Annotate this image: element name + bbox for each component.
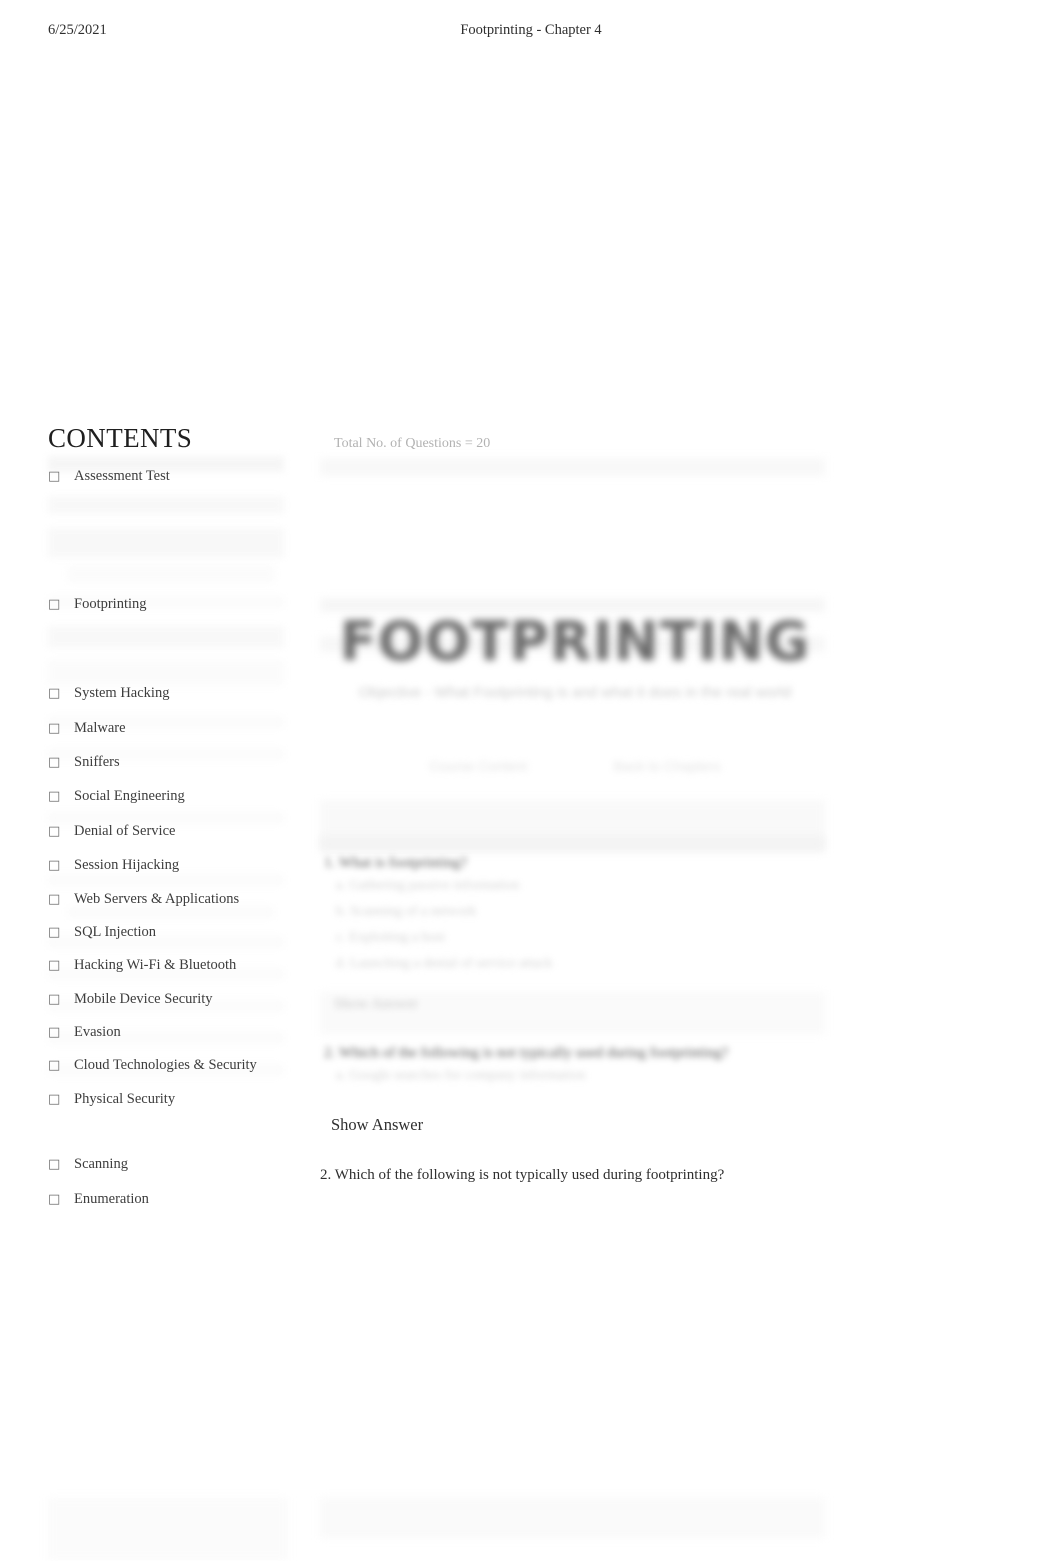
bullet-box-icon: □ <box>48 858 61 874</box>
contents-sidebar: CONTENTS □ Assessment Test □ Footprintin… <box>48 424 288 1208</box>
question-1-show-answer-blurred[interactable]: Show Answer <box>320 996 840 1019</box>
bullet-box-icon: □ <box>48 720 61 736</box>
banner-links-row: Course Content Back to Chapters <box>320 758 830 774</box>
bullet-box-icon: □ <box>48 469 61 485</box>
footer-ghost-left <box>48 1498 288 1560</box>
question-1-option-d[interactable]: d. Launching a denial of service attack <box>336 956 840 972</box>
sidebar-item-label: Enumeration <box>74 1190 149 1207</box>
sidebar-item-label: Web Servers & Applications <box>74 891 240 908</box>
question-1-option-b[interactable]: b. Scanning of a network <box>336 904 840 920</box>
sidebar-item-physical-security[interactable]: □ Physical Security <box>48 1091 288 1108</box>
footer-ghost-right <box>320 1498 825 1538</box>
bullet-box-icon: □ <box>48 1157 61 1173</box>
bullet-box-icon: □ <box>48 1058 61 1074</box>
bullet-box-icon: □ <box>48 823 61 839</box>
question-1-option-a[interactable]: a. Gathering passive information <box>336 878 840 894</box>
course-content-link[interactable]: Course Content <box>429 758 527 774</box>
sidebar-item-social-engineering[interactable]: □ Social Engineering <box>48 788 288 805</box>
sidebar-item-cloud-technologies-security[interactable]: □ Cloud Technologies & Security <box>48 1057 288 1074</box>
bullet-box-icon: □ <box>48 754 61 770</box>
sidebar-item-web-servers-applications[interactable]: □ Web Servers & Applications <box>48 891 288 908</box>
question-2-prompt-blurred: 2. Which of the following is not typical… <box>324 1045 729 1061</box>
sidebar-item-label: Denial of Service <box>74 822 176 839</box>
sidebar-item-system-hacking[interactable]: □ System Hacking <box>48 685 288 702</box>
page-title: CONTENTS <box>48 423 193 453</box>
question-2-prompt: 2. Which of the following is not typical… <box>320 1167 725 1183</box>
sidebar-item-label: Malware <box>74 719 126 736</box>
sidebar-item-label: Hacking Wi-Fi & Bluetooth <box>74 957 237 974</box>
sidebar-item-label: Sniffers <box>74 753 120 770</box>
document-body: CONTENTS □ Assessment Test □ Footprintin… <box>0 0 1062 1561</box>
bullet-box-icon: □ <box>48 686 61 702</box>
question-1-prompt: 1. What is footprinting? <box>324 855 468 871</box>
sidebar-item-evasion[interactable]: □ Evasion <box>48 1024 288 1041</box>
sidebar-item-label: Scanning <box>74 1156 128 1173</box>
bullet-box-icon: □ <box>48 924 61 940</box>
bullet-box-icon: □ <box>48 892 61 908</box>
bullet-box-icon: □ <box>48 1091 61 1107</box>
chapter-banner: FOOTPRINTING Objective - What Footprinti… <box>320 592 830 722</box>
question-1-option-c[interactable]: c. Exploiting a host <box>336 930 840 946</box>
banner-subtitle: Objective - What Footprinting is and wha… <box>358 684 792 701</box>
total-questions-label: Total No. of Questions = 20 <box>334 436 491 451</box>
question-2-option-a-blurred[interactable]: a. Google searches for company informati… <box>336 1068 840 1084</box>
sidebar-item-label: Session Hijacking <box>74 857 180 874</box>
sidebar-item-label: System Hacking <box>74 685 170 702</box>
sidebar-item-hacking-wifi-bluetooth[interactable]: □ Hacking Wi-Fi & Bluetooth <box>48 957 288 974</box>
sidebar-item-label: Cloud Technologies & Security <box>74 1057 257 1074</box>
sidebar-item-label: Assessment Test <box>74 468 170 485</box>
bullet-box-icon: □ <box>48 1191 61 1207</box>
banner-title: FOOTPRINTING <box>339 610 811 673</box>
sidebar-item-scanning[interactable]: □ Scanning <box>48 1156 288 1173</box>
sidebar-item-label: Evasion <box>74 1024 121 1041</box>
sidebar-item-footprinting[interactable]: □ Footprinting <box>48 596 288 613</box>
bullet-box-icon: □ <box>48 1025 61 1041</box>
content-ghost-band <box>320 458 825 476</box>
sidebar-item-denial-of-service[interactable]: □ Denial of Service <box>48 823 288 840</box>
show-answer-blurred-label: Show Answer <box>334 996 418 1012</box>
sidebar-item-sniffers[interactable]: □ Sniffers <box>48 754 288 771</box>
sidebar-item-mobile-device-security[interactable]: □ Mobile Device Security <box>48 991 288 1008</box>
sidebar-item-label: Mobile Device Security <box>74 990 213 1007</box>
bullet-box-icon: □ <box>48 958 61 974</box>
sidebar-item-label: SQL Injection <box>74 923 157 940</box>
question-2-block-blurred: 2. Which of the following is not typical… <box>320 1045 840 1094</box>
sidebar-item-enumeration[interactable]: □ Enumeration <box>48 1191 288 1208</box>
sidebar-item-label: Social Engineering <box>74 788 185 805</box>
content-column: Total No. of Questions = 20 <box>320 424 840 452</box>
sidebar-item-malware[interactable]: □ Malware <box>48 720 288 737</box>
sidebar-item-label: Footprinting <box>74 595 147 612</box>
sidebar-item-label: Physical Security <box>74 1090 176 1107</box>
bullet-box-icon: □ <box>48 789 61 805</box>
bullet-box-icon: □ <box>48 991 61 1007</box>
sidebar-item-session-hijacking[interactable]: □ Session Hijacking <box>48 857 288 874</box>
question-1-block: 1. What is footprinting? a. Gathering pa… <box>320 855 840 982</box>
toc-list: □ Assessment Test □ Footprinting □ Syste… <box>48 468 288 1208</box>
bullet-box-icon: □ <box>48 596 61 612</box>
sidebar-item-sql-injection[interactable]: □ SQL Injection <box>48 924 288 941</box>
show-answer-button[interactable]: Show Answer <box>331 1115 423 1135</box>
back-to-chapters-link[interactable]: Back to Chapters <box>613 758 720 774</box>
sidebar-item-assessment-test[interactable]: □ Assessment Test <box>48 468 288 485</box>
content-ghost-band <box>320 836 825 852</box>
